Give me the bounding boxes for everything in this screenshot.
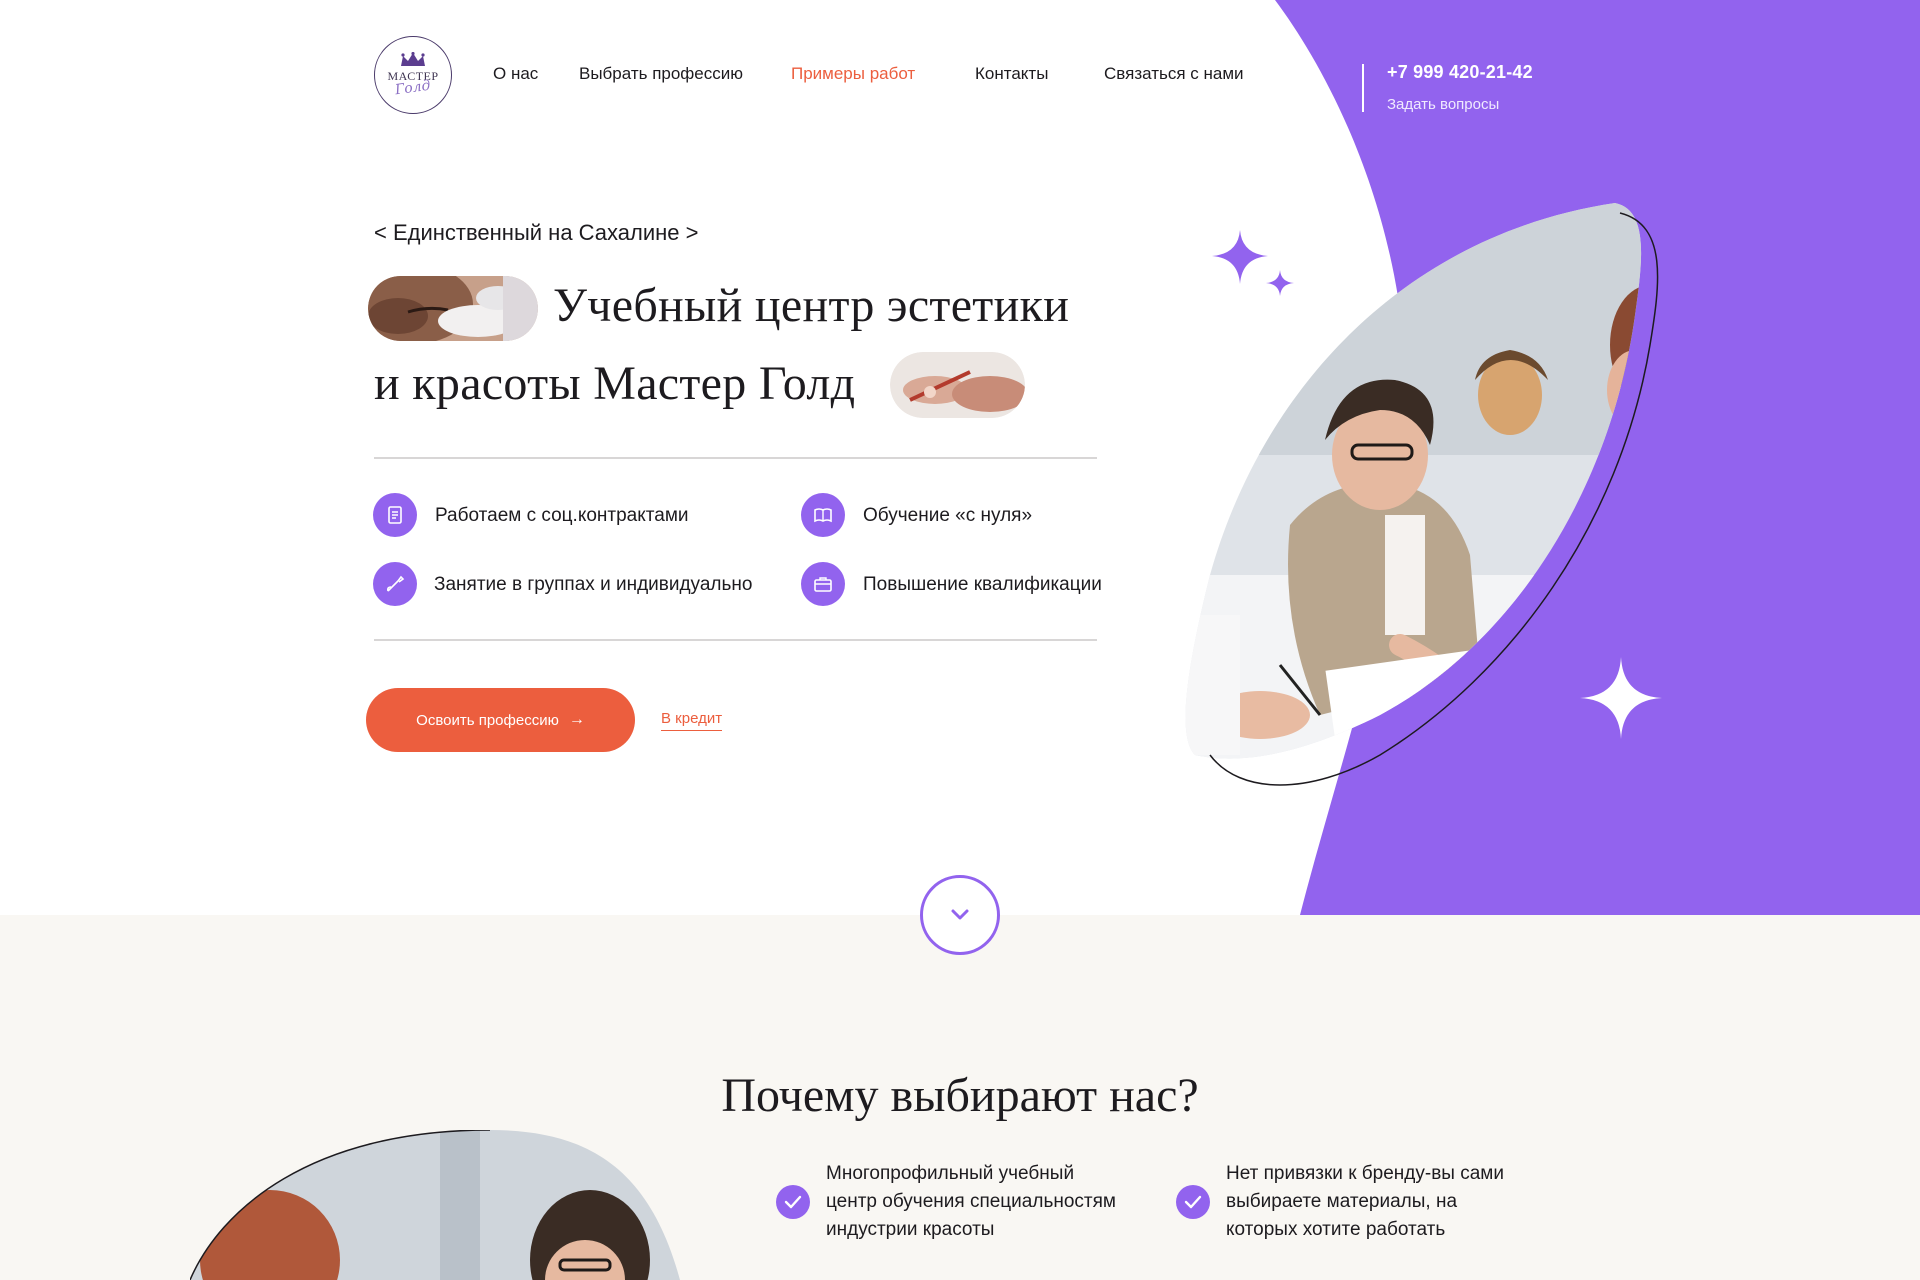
- why-item-line: Многопрофильный учебный: [826, 1163, 1075, 1184]
- feature-social-contracts: Работаем с соц.контрактами: [435, 505, 689, 526]
- master-profession-button[interactable]: Освоить профессию →: [366, 688, 635, 752]
- why-item-no-brand: Нет привязки к бренду-вы сами выбираете …: [1226, 1160, 1504, 1244]
- hero-title-line-2: и красоты Мастер Голд: [374, 357, 856, 410]
- logo-text-bottom: Голд: [394, 77, 432, 98]
- check-icon: [776, 1185, 810, 1219]
- scroll-down-button[interactable]: [920, 875, 1000, 955]
- hero-inline-photo-eyebrow: [368, 276, 538, 341]
- hero-title-line-1: Учебный центр эстетики: [553, 279, 1070, 332]
- nav-portfolio[interactable]: Примеры работ: [791, 64, 915, 84]
- feature-from-scratch: Обучение «с нуля»: [863, 505, 1033, 526]
- nav-contacts[interactable]: Контакты: [975, 64, 1048, 84]
- document-icon: [373, 493, 417, 537]
- why-item-line: Нет привязки к бренду-вы сами: [1226, 1163, 1504, 1184]
- phone-link[interactable]: +7 999 420-21-42: [1387, 62, 1533, 83]
- phone-divider: [1362, 64, 1364, 112]
- hero-photo-training: [1185, 203, 1659, 786]
- master-profession-label: Освоить профессию: [416, 711, 559, 729]
- nav-choose-profession[interactable]: Выбрать профессию: [579, 64, 743, 84]
- why-photo: [190, 1130, 680, 1280]
- nav-about[interactable]: О нас: [493, 64, 538, 84]
- divider-top: [374, 457, 1097, 459]
- feature-groups-individual: Занятие в группах и индивидуально: [434, 574, 753, 595]
- why-item-multiprofile: Многопрофильный учебный центр обучения с…: [826, 1160, 1116, 1244]
- book-icon: [801, 493, 845, 537]
- briefcase-icon: [801, 562, 845, 606]
- chevron-down-icon: [951, 909, 969, 920]
- hero-tagline: < Единственный на Сахалине >: [374, 220, 699, 245]
- feature-qualification: Повышение квалификации: [863, 574, 1102, 595]
- ask-questions-link[interactable]: Задать вопросы: [1387, 96, 1499, 113]
- nav-contact-us[interactable]: Связаться с нами: [1104, 64, 1244, 84]
- crown-icon: [401, 51, 425, 66]
- logo[interactable]: МАСТЕР Голд: [374, 36, 452, 114]
- why-item-line: индустрии красоты: [826, 1219, 995, 1240]
- divider-bottom: [374, 639, 1097, 641]
- why-item-line: выбираете материалы, на: [1226, 1191, 1458, 1212]
- hero-inline-photo-manicure: [890, 352, 1025, 418]
- why-item-line: центр обучения специальностям: [826, 1191, 1116, 1212]
- brush-icon: [373, 562, 417, 606]
- why-item-line: которых хотите работать: [1226, 1219, 1446, 1240]
- check-icon: [1176, 1185, 1210, 1219]
- why-us-title: Почему выбирают нас?: [721, 1069, 1199, 1122]
- page: МАСТЕР Голд О нас Выбрать профессию Прим…: [0, 0, 1920, 1280]
- credit-link[interactable]: В кредит: [661, 710, 723, 731]
- arrow-right-icon: →: [568, 711, 585, 728]
